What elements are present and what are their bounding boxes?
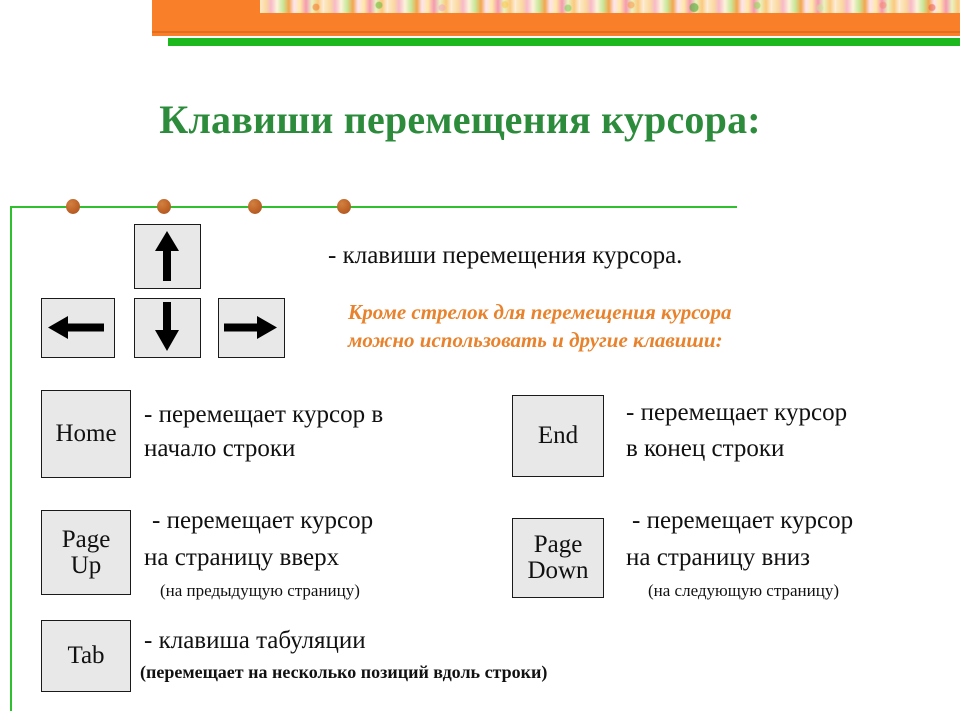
arrow-left-icon (42, 299, 114, 356)
decor-dot (248, 199, 262, 214)
arrow-right-icon (219, 299, 284, 356)
key-box-page-down[interactable]: Page Down (512, 518, 604, 598)
decor-dot (66, 199, 80, 214)
decor-dot (157, 199, 171, 214)
key-label-end: End (537, 422, 579, 449)
arrow-key-left[interactable] (41, 298, 115, 358)
key-label-page-up-line1: Page (61, 525, 111, 553)
key-desc-end-line2: в конец строки (626, 435, 785, 462)
key-desc-end-line1: - перемещает курсор (626, 399, 848, 426)
arrow-down-icon (135, 299, 200, 356)
key-label-page-down: Page Down (527, 532, 588, 584)
arrow-up-icon (135, 225, 200, 287)
header-green-bar (168, 38, 960, 46)
arrow-key-up[interactable] (134, 224, 201, 289)
key-desc-home-line2: начало строки (144, 435, 296, 462)
key-desc-page-down-line1: - перемещает курсор (632, 507, 854, 534)
decor-vertical-rule (10, 206, 12, 711)
page-title: Клавиши перемещения курсора: (159, 97, 761, 142)
key-desc-tab-line1: - клавиша табуляции (144, 627, 366, 654)
arrow-key-down[interactable] (134, 298, 201, 358)
orange-note-line1: Кроме стрелок для перемещения курсора (348, 300, 732, 324)
key-label-page-up-line2: Up (70, 551, 102, 579)
orange-note-line2: можно использовать и другие клавиши: (348, 328, 723, 352)
key-box-page-up[interactable]: Page Up (41, 510, 131, 595)
key-subnote-page-down: (на следующую страницу) (648, 581, 839, 600)
arrow-key-right[interactable] (218, 298, 285, 358)
key-subnote-page-up: (на предыдущую страницу) (160, 581, 360, 600)
key-label-tab: Tab (67, 642, 105, 669)
key-desc-page-down-line2: на страницу вниз (626, 544, 810, 571)
key-desc-page-up-line2: на страницу вверх (144, 544, 340, 571)
key-label-page-down-line1: Page (533, 531, 583, 558)
key-label-page-up: Page Up (61, 525, 111, 579)
arrow-keys-caption: - клавиши перемещения курсора. (328, 242, 683, 269)
key-box-home[interactable]: Home (41, 390, 131, 478)
key-box-end[interactable]: End (512, 395, 604, 477)
key-label-page-down-line2: Down (527, 557, 589, 584)
key-desc-home-line1: - перемещает курсор в (144, 401, 384, 428)
header-photo-strip (260, 0, 960, 13)
header-banner-shadow (152, 31, 960, 33)
key-desc-page-up-line1: - перемещает курсор (152, 507, 374, 534)
decor-horizontal-rule (10, 206, 737, 208)
decor-dot (337, 199, 351, 214)
key-box-tab[interactable]: Tab (41, 620, 131, 692)
key-subnote-tab: (перемещает на несколько позиций вдоль с… (140, 662, 548, 682)
key-label-home: Home (55, 420, 117, 447)
